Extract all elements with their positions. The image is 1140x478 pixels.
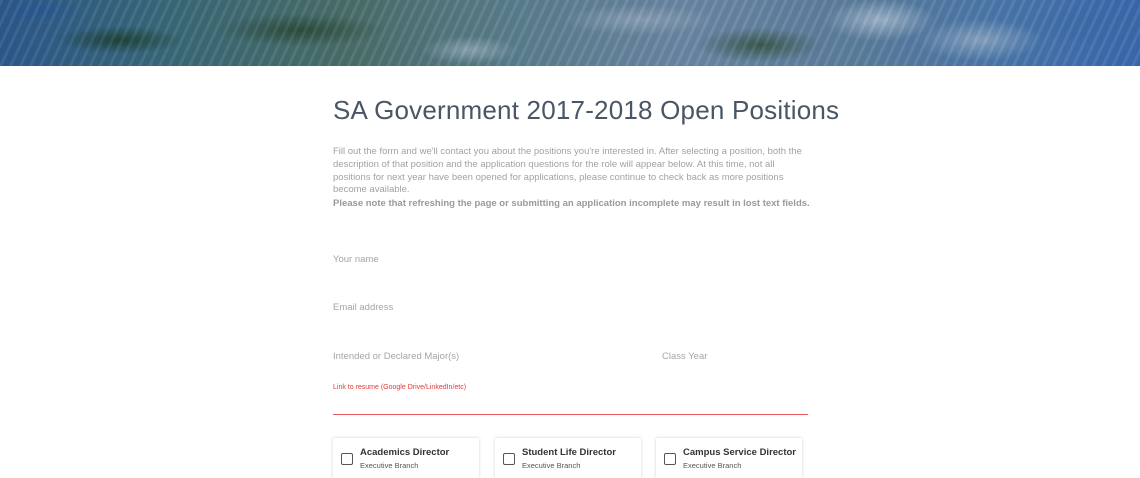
position-card-student-life-director[interactable]: Student Life Director Executive Branch xyxy=(495,438,641,478)
campus-service-director-checkbox[interactable] xyxy=(664,453,676,465)
name-field[interactable]: Your name xyxy=(333,254,379,265)
major-field[interactable]: Intended or Declared Major(s) xyxy=(333,351,459,362)
position-branch: Executive Branch xyxy=(683,461,742,470)
position-title: Student Life Director xyxy=(522,447,616,458)
intro-text: Fill out the form and we'll contact you … xyxy=(333,146,802,196)
position-card-campus-service-director[interactable]: Campus Service Director Executive Branch xyxy=(656,438,802,478)
academics-director-checkbox[interactable] xyxy=(341,453,353,465)
position-branch: Executive Branch xyxy=(522,461,581,470)
warning-note: Please note that refreshing the page or … xyxy=(333,198,810,209)
position-card-academics-director[interactable]: Academics Director Executive Branch xyxy=(333,438,479,478)
student-life-director-checkbox[interactable] xyxy=(503,453,515,465)
email-field[interactable]: Email address xyxy=(333,302,393,313)
class-year-field[interactable]: Class Year xyxy=(662,351,707,362)
position-title: Academics Director xyxy=(360,447,450,458)
resume-field[interactable] xyxy=(333,414,808,415)
page-title: SA Government 2017-2018 Open Positions xyxy=(333,95,840,125)
position-title: Campus Service Director xyxy=(683,447,796,458)
position-branch: Executive Branch xyxy=(360,461,419,470)
resume-field-label: Link to resume (Google Drive/LinkedIn/et… xyxy=(333,384,467,391)
hero-banner-image xyxy=(0,0,1140,66)
